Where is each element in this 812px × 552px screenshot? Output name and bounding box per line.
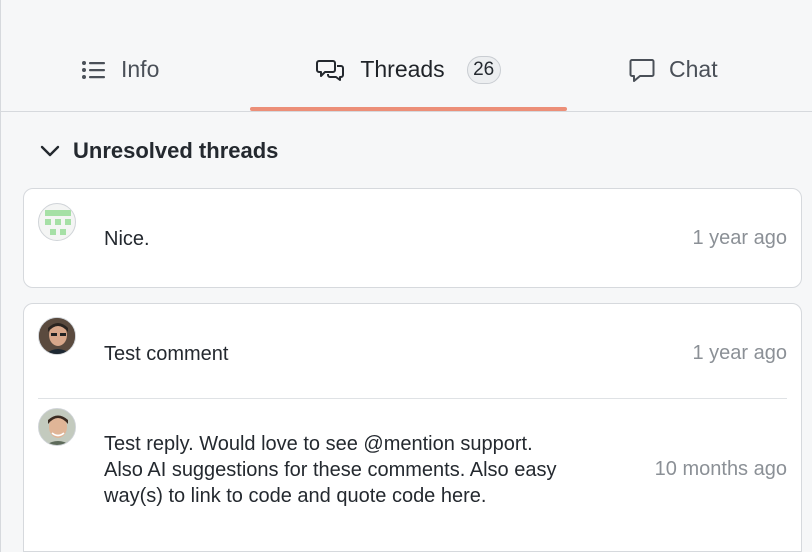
threads-count-badge: 26 [466, 55, 501, 84]
thread-card[interactable]: Test comment 1 year ago Test reply. Woul… [23, 303, 802, 552]
chevron-down-icon [39, 144, 61, 158]
comment-timestamp: 10 months ago [654, 458, 787, 480]
active-tab-indicator [250, 107, 567, 111]
tab-chat-label: Chat [669, 56, 718, 82]
identicon-avatar [38, 203, 76, 241]
tab-threads[interactable]: Threads 26 [250, 0, 567, 111]
comment-timestamp: 1 year ago [692, 342, 787, 364]
tab-info-label: Info [121, 56, 160, 82]
comment-line: Also AI suggestions for these comments. … [104, 459, 557, 481]
comment-text: Nice. [104, 228, 150, 250]
tab-info[interactable]: Info [81, 0, 191, 111]
tab-chat[interactable]: Chat [629, 0, 759, 111]
chat-icon [629, 57, 655, 83]
tab-threads-label: Threads [360, 56, 445, 82]
comment-line: Test reply. Would love to see @mention s… [104, 433, 533, 455]
comment-line: way(s) to link to code and quote code he… [104, 485, 487, 507]
comment-text: Test reply. Would love to see @mention s… [104, 431, 556, 509]
unresolved-threads-toggle[interactable]: Unresolved threads [39, 138, 278, 164]
section-title: Unresolved threads [73, 138, 279, 163]
tab-bar: Info Threads 26 Chat [1, 0, 812, 112]
user-photo-avatar [38, 317, 76, 355]
comment-divider [38, 398, 787, 399]
comment-text: Test comment [104, 343, 229, 365]
user-photo-avatar [38, 408, 76, 446]
thread-card[interactable]: Nice. 1 year ago [23, 188, 802, 288]
threads-icon [316, 58, 346, 82]
comment-timestamp: 1 year ago [692, 227, 787, 249]
list-icon [81, 59, 107, 81]
